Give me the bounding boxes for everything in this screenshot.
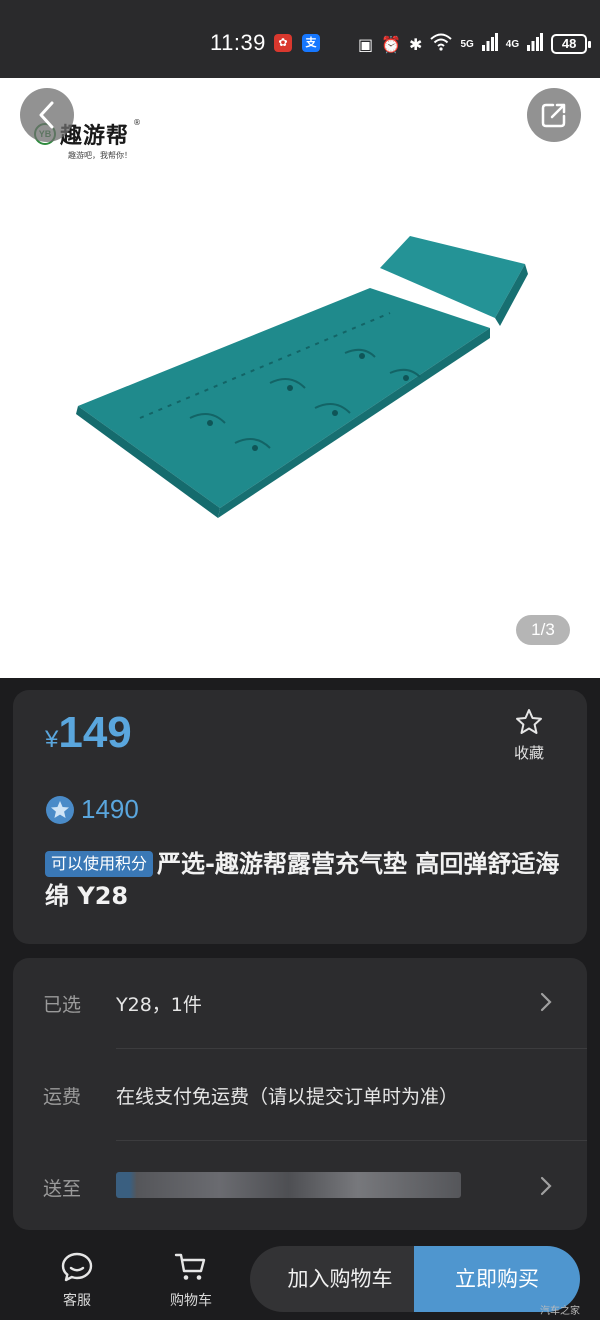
share-button[interactable] — [527, 88, 581, 142]
battery-indicator: 48 — [551, 34, 592, 54]
customer-service-label: 客服 — [63, 1293, 91, 1309]
cart-button[interactable]: 购物车 — [156, 1251, 226, 1310]
signal-5g-icon — [481, 33, 498, 55]
points-value: 1490 — [81, 794, 139, 824]
bluetooth-icon: ✱ — [409, 34, 423, 54]
points-star-icon — [46, 795, 74, 824]
chat-bubble-icon — [61, 1252, 93, 1282]
star-outline-icon — [516, 709, 542, 734]
bottom-action-bar: 客服 购物车 加入购物车 立即购买 — [0, 1237, 600, 1320]
signal-5g-label: 5G — [460, 38, 474, 50]
camping-mat-image — [76, 236, 528, 518]
chevron-right-icon — [540, 1176, 552, 1196]
delivery-label: 送至 — [43, 1178, 82, 1200]
redacted-address — [116, 1172, 461, 1198]
status-icons: ▣ ⏰ ✱ 5G 4G 48 — [358, 32, 592, 56]
selected-value: Y28，1件 — [116, 994, 202, 1016]
share-icon — [541, 103, 566, 128]
wifi-icon — [430, 33, 453, 55]
watermark: 汽车之家 — [540, 1306, 580, 1317]
product-title-block: 可以使用积分 严选-趣游帮露营充气垫 高回弹舒适海绵 Y28 — [45, 848, 565, 912]
nfc-icon: ▣ — [358, 34, 374, 54]
selected-spec-row[interactable]: 已选 Y28，1件 — [13, 958, 587, 1048]
notification-app-icon: ✿ — [274, 34, 292, 52]
selected-label: 已选 — [43, 994, 82, 1016]
image-page-indicator: 1/3 — [516, 615, 570, 645]
back-button[interactable] — [20, 88, 74, 142]
alarm-icon: ⏰ — [381, 34, 402, 54]
status-bar: 11:39 ✿ 支 ▣ ⏰ ✱ 5G 4G 48 — [0, 0, 600, 78]
points-tag: 可以使用积分 — [45, 851, 154, 877]
row-divider — [116, 1140, 587, 1141]
favorite-label: 收藏 — [513, 744, 544, 762]
signal-4g-icon — [527, 33, 544, 55]
points-price: 1490 — [45, 794, 139, 825]
product-image-carousel[interactable]: YB 趣游帮 ® 趣游吧，我帮你！ 1/3 — [0, 78, 600, 678]
registered-mark: ® — [133, 118, 142, 127]
price-currency: ¥ — [45, 726, 59, 753]
product-summary-card: ¥149 收藏 1490 可以使用积分 严选-趣游帮露营充气垫 高回弹舒适海绵 Y… — [13, 690, 587, 944]
brand-slogan: 趣游吧，我帮你！ — [68, 151, 132, 160]
product-details-card: 已选 Y28，1件 运费 在线支付免运费（请以提交订单时为准） 送至 — [13, 958, 587, 1230]
signal-4g-label: 4G — [505, 38, 520, 50]
cart-label: 购物车 — [170, 1293, 212, 1309]
add-to-cart-button[interactable]: 加入购物车 — [250, 1246, 430, 1312]
status-time: 11:39 — [210, 30, 266, 55]
shopping-cart-icon — [174, 1253, 206, 1280]
shipping-value: 在线支付免运费（请以提交订单时为准） — [116, 1086, 459, 1108]
alipay-icon: 支 — [302, 34, 320, 52]
product-price: ¥149 — [45, 708, 132, 758]
row-divider — [116, 1048, 587, 1049]
price-value: 149 — [58, 708, 132, 757]
chevron-right-icon — [540, 992, 552, 1012]
delivery-address-row[interactable]: 送至 — [13, 1142, 587, 1232]
customer-service-button[interactable]: 客服 — [42, 1251, 112, 1310]
shipping-row: 运费 在线支付免运费（请以提交订单时为准） — [13, 1050, 587, 1140]
shipping-label: 运费 — [43, 1086, 82, 1108]
chevron-left-icon — [39, 101, 54, 129]
favorite-button[interactable]: 收藏 — [509, 708, 549, 763]
